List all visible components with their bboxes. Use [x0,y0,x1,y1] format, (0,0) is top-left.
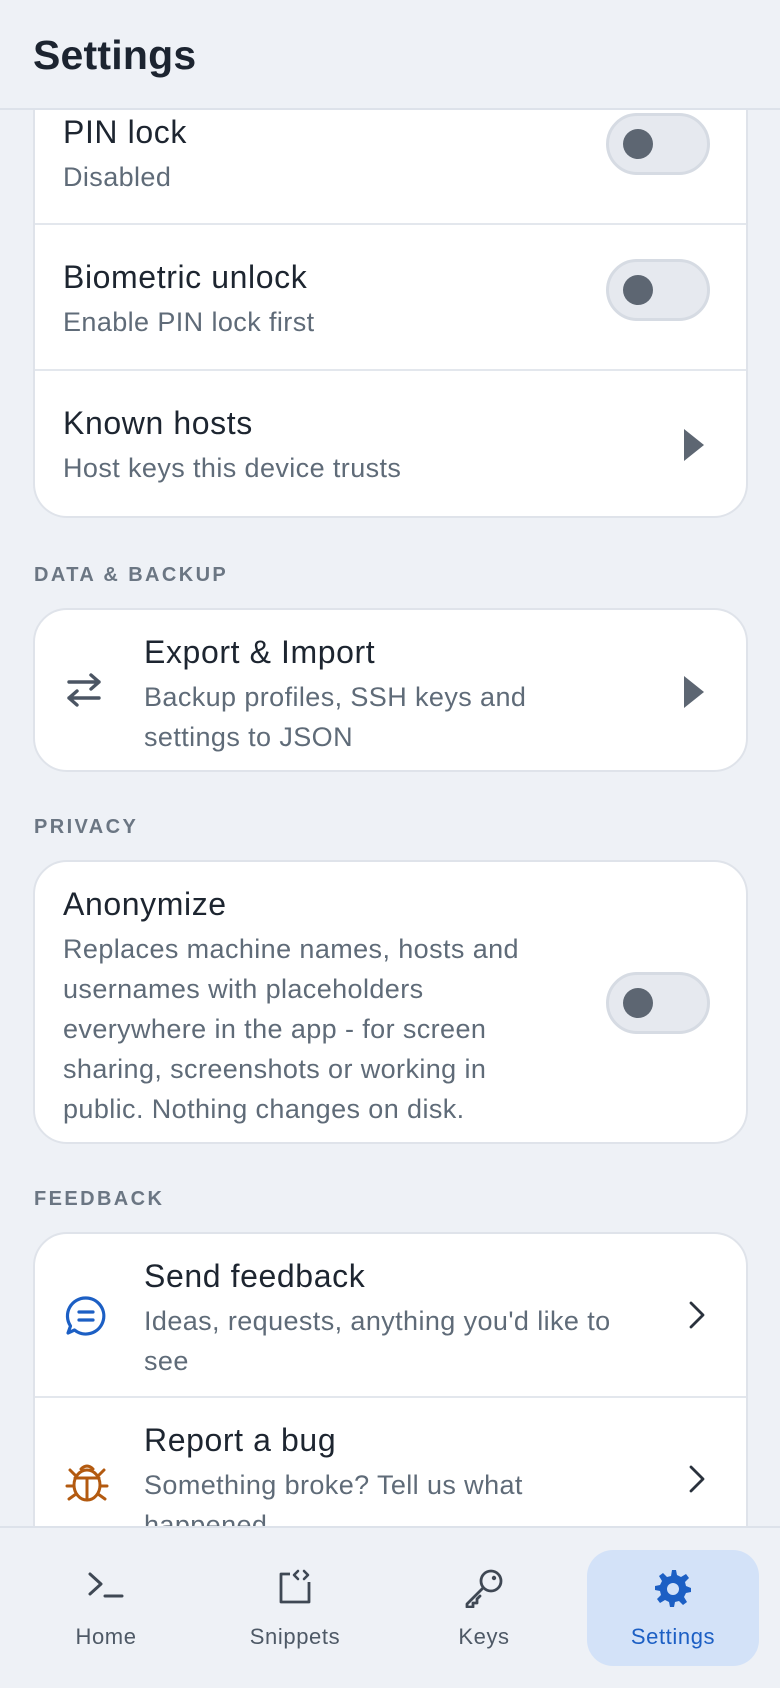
export-import-title: Export & Import [144,634,376,670]
chevron-right-icon [689,1301,705,1329]
section-label-data-backup: DATA & BACKUP [34,564,229,586]
biometric-row[interactable]: Biometric unlock Enable PIN lock first [35,223,746,369]
caret-right-icon [684,676,704,708]
known-hosts-row[interactable]: Known hosts Host keys this device trusts [35,369,746,516]
tab-keys[interactable]: Keys [398,1550,570,1666]
tab-label: Settings [630,1624,716,1649]
page-title: Settings [33,32,197,78]
pin-lock-subtitle: Disabled [63,162,172,192]
send-feedback-row[interactable]: Send feedback Ideas, requests, anything … [35,1234,746,1396]
send-feedback-title: Send feedback [144,1258,366,1294]
biometric-toggle[interactable] [606,259,710,321]
toggle-knob [623,988,653,1018]
feedback-card: Send feedback Ideas, requests, anything … [33,1232,748,1526]
section-label-feedback: FEEDBACK [34,1188,165,1210]
gear-icon [655,1570,691,1607]
anonymize-description-line: everywhere in the app - for screen [63,1014,487,1044]
bottom-tab-bar: Home Snippets Keys Settings [0,1526,780,1688]
send-feedback-subtitle-line1: Ideas, requests, anything you'd like to [144,1306,611,1336]
pin-lock-title: PIN lock [63,114,187,150]
anonymize-title: Anonymize [63,886,227,922]
known-hosts-title: Known hosts [63,405,253,441]
tab-home[interactable]: Home [20,1550,192,1666]
toggle-knob [623,129,653,159]
swap-arrows-icon [67,673,101,707]
send-feedback-subtitle-line2: see [144,1346,189,1376]
toggle-knob [623,275,653,305]
biometric-subtitle: Enable PIN lock first [63,307,315,337]
export-import-row[interactable]: Export & Import Backup profiles, SSH key… [35,610,746,770]
snippet-icon [279,1569,311,1604]
security-card: PIN lock Disabled Biometric unlock Enabl… [33,110,748,518]
tab-label: Snippets [249,1624,341,1649]
report-bug-subtitle-line2: happened [144,1510,268,1526]
tab-settings[interactable]: Settings [587,1550,759,1666]
chevron-right-icon [689,1465,705,1493]
app-header: Settings [0,0,780,110]
biometric-title: Biometric unlock [63,259,308,295]
privacy-card: Anonymize Replaces machine names, hosts … [33,860,748,1144]
key-icon [465,1569,503,1608]
pin-lock-toggle[interactable] [606,113,710,175]
anonymize-description-line: public. Nothing changes on disk. [63,1094,465,1124]
caret-right-icon [684,429,704,461]
chat-bubble-icon [65,1296,106,1336]
tab-label: Home [75,1624,137,1649]
data-backup-card: Export & Import Backup profiles, SSH key… [33,608,748,772]
report-bug-row[interactable]: Report a bug Something broke? Tell us wh… [35,1396,746,1526]
tab-label: Keys [458,1624,510,1649]
tab-snippets[interactable]: Snippets [209,1550,381,1666]
known-hosts-subtitle: Host keys this device trusts [63,453,402,483]
report-bug-title: Report a bug [144,1422,337,1458]
anonymize-description-line: usernames with placeholders [63,974,424,1004]
anonymize-description-line: Replaces machine names, hosts and [63,934,519,964]
settings-scroll-area[interactable]: PIN lock Disabled Biometric unlock Enabl… [0,110,780,1526]
terminal-icon [88,1572,124,1598]
bug-icon [65,1464,109,1502]
report-bug-subtitle-line1: Something broke? Tell us what [144,1470,523,1500]
anonymize-description-line: sharing, screenshots or working in [63,1054,487,1084]
anonymize-row[interactable]: Anonymize Replaces machine names, hosts … [35,862,746,1142]
export-import-subtitle-line1: Backup profiles, SSH keys and [144,682,527,712]
export-import-subtitle-line2: settings to JSON [144,722,353,752]
anonymize-toggle[interactable] [606,972,710,1034]
section-label-privacy: PRIVACY [34,816,139,838]
